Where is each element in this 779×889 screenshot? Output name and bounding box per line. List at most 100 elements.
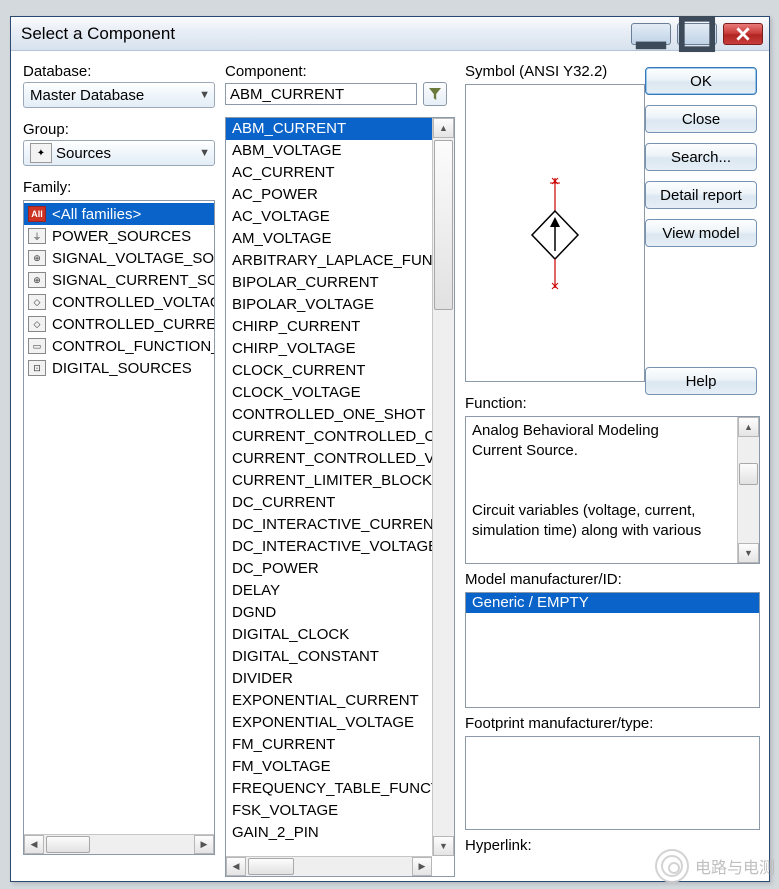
family-item-label: CONTROLLED_CURRENT_SOURCES [52, 316, 214, 333]
component-item[interactable]: BIPOLAR_CURRENT [226, 272, 432, 294]
component-item[interactable]: DC_INTERACTIVE_VOLTAGE [226, 536, 432, 558]
component-item[interactable]: AM_VOLTAGE [226, 228, 432, 250]
footprint-label: Footprint manufacturer/type: [465, 715, 760, 732]
view-model-button[interactable]: View model [645, 219, 757, 247]
help-button[interactable]: Help [645, 367, 757, 395]
component-item[interactable]: DGND [226, 602, 432, 624]
family-item-label: CONTROLLED_VOLTAGE_SOURCES [52, 294, 214, 311]
component-item[interactable]: CHIRP_VOLTAGE [226, 338, 432, 360]
database-value: Master Database [30, 87, 144, 104]
model-list[interactable]: Generic / EMPTY [465, 592, 760, 708]
family-icon: ⏚ [28, 228, 46, 244]
scroll-left-button[interactable]: ◀ [226, 857, 246, 876]
symbol-preview [465, 84, 645, 382]
family-h-scrollbar[interactable]: ◀ ▶ [24, 834, 214, 854]
component-item[interactable]: DC_CURRENT [226, 492, 432, 514]
family-icon: ⊕ [28, 272, 46, 288]
ok-button[interactable]: OK [645, 67, 757, 95]
family-icon: ◇ [28, 294, 46, 310]
component-item[interactable]: CURRENT_CONTROLLED_CURRENT_SOURCE [226, 426, 432, 448]
component-item[interactable]: AC_CURRENT [226, 162, 432, 184]
database-dropdown[interactable]: Master Database ▼ [23, 82, 215, 108]
component-list[interactable]: ABM_CURRENTABM_VOLTAGEAC_CURRENTAC_POWER… [225, 117, 455, 877]
function-description: Analog Behavioral ModelingCurrent Source… [465, 416, 760, 564]
component-item[interactable]: CHIRP_CURRENT [226, 316, 432, 338]
component-item[interactable]: GAIN_2_PIN [226, 822, 432, 844]
family-item-label: CONTROL_FUNCTION_BLOCKS [52, 338, 214, 355]
family-item[interactable]: All <All families> [24, 203, 214, 225]
sources-icon: ✦ [30, 143, 52, 163]
family-item[interactable]: ▭CONTROL_FUNCTION_BLOCKS [24, 335, 214, 357]
scroll-right-button[interactable]: ▶ [412, 857, 432, 876]
component-item[interactable]: CURRENT_LIMITER_BLOCK [226, 470, 432, 492]
component-item[interactable]: FSK_VOLTAGE [226, 800, 432, 822]
family-icon: ⊡ [28, 360, 46, 376]
group-label: Group: [23, 121, 215, 138]
function-v-scrollbar[interactable]: ▲ ▼ [737, 417, 759, 563]
group-dropdown[interactable]: ✦ Sources ▼ [23, 140, 215, 166]
component-item[interactable]: CONTROLLED_ONE_SHOT [226, 404, 432, 426]
component-item[interactable]: CURRENT_CONTROLLED_VOLTAGE_SOURCE [226, 448, 432, 470]
family-item[interactable]: ⏚ POWER_SOURCES [24, 225, 214, 247]
scroll-thumb[interactable] [46, 836, 90, 853]
component-filter-button[interactable] [423, 82, 447, 106]
scroll-up-button[interactable]: ▲ [738, 417, 759, 437]
component-item[interactable]: FM_CURRENT [226, 734, 432, 756]
component-v-scrollbar[interactable]: ▲ ▼ [432, 118, 454, 856]
family-item[interactable]: ⊕ SIGNAL_VOLTAGE_SOURCES [24, 247, 214, 269]
close-button[interactable]: Close [645, 105, 757, 133]
family-item[interactable]: ⊕SIGNAL_CURRENT_SOURCES [24, 269, 214, 291]
family-item-label: <All families> [52, 206, 141, 223]
scroll-down-button[interactable]: ▼ [433, 836, 454, 856]
scroll-up-button[interactable]: ▲ [433, 118, 454, 138]
scroll-right-button[interactable]: ▶ [194, 835, 214, 854]
component-h-scrollbar[interactable]: ◀ ▶ [226, 856, 432, 876]
family-list[interactable]: All <All families> ⏚ POWER_SOURCES ⊕ SIGNAL_V… [23, 200, 215, 855]
component-item[interactable]: FM_VOLTAGE [226, 756, 432, 778]
component-item[interactable]: DIGITAL_CLOCK [226, 624, 432, 646]
scroll-thumb[interactable] [248, 858, 294, 875]
family-icon: ⊕ [28, 250, 46, 266]
scroll-left-button[interactable]: ◀ [24, 835, 44, 854]
component-item[interactable]: DELAY [226, 580, 432, 602]
scroll-thumb[interactable] [739, 463, 758, 485]
window-title: Select a Component [21, 24, 631, 44]
component-label: Component: [225, 63, 455, 80]
maximize-button[interactable] [677, 23, 717, 45]
minimize-button[interactable] [631, 23, 671, 45]
family-item-label: SIGNAL_VOLTAGE_SOURCES [52, 250, 214, 267]
family-item[interactable]: ◇ CONTROLLED_VOLTAGE_SOURCES [24, 291, 214, 313]
component-item[interactable]: DIGITAL_CONSTANT [226, 646, 432, 668]
family-item[interactable]: ⊡DIGITAL_SOURCES [24, 357, 214, 379]
component-item[interactable]: EXPONENTIAL_CURRENT [226, 690, 432, 712]
component-item[interactable]: ABM_VOLTAGE [226, 140, 432, 162]
component-item[interactable]: DIVIDER [226, 668, 432, 690]
dialog-window: Select a Component Database: Master Data… [10, 16, 770, 882]
titlebar: Select a Component [11, 17, 769, 51]
component-item[interactable]: ABM_CURRENT [226, 118, 432, 140]
component-item[interactable]: ARBITRARY_LAPLACE_FUNCTION [226, 250, 432, 272]
hyperlink-label: Hyperlink: [465, 837, 760, 854]
component-item[interactable]: AC_VOLTAGE [226, 206, 432, 228]
family-item-label: POWER_SOURCES [52, 228, 191, 245]
component-item[interactable]: DC_POWER [226, 558, 432, 580]
component-item[interactable]: FREQUENCY_TABLE_FUNCTION [226, 778, 432, 800]
scroll-down-button[interactable]: ▼ [738, 543, 759, 563]
component-item[interactable]: EXPONENTIAL_VOLTAGE [226, 712, 432, 734]
family-label: Family: [23, 179, 215, 196]
component-search-input[interactable] [225, 83, 417, 105]
scroll-thumb[interactable] [434, 140, 453, 310]
all-icon: All [28, 206, 46, 222]
family-item[interactable]: ◇CONTROLLED_CURRENT_SOURCES [24, 313, 214, 335]
component-item[interactable]: AC_POWER [226, 184, 432, 206]
component-item[interactable]: BIPOLAR_VOLTAGE [226, 294, 432, 316]
component-item[interactable]: DC_INTERACTIVE_CURRENT [226, 514, 432, 536]
search-button[interactable]: Search... [645, 143, 757, 171]
footprint-list[interactable] [465, 736, 760, 830]
close-window-button[interactable] [723, 23, 763, 45]
model-item[interactable]: Generic / EMPTY [466, 593, 759, 613]
group-value: Sources [56, 145, 111, 162]
component-item[interactable]: CLOCK_VOLTAGE [226, 382, 432, 404]
detail-report-button[interactable]: Detail report [645, 181, 757, 209]
component-item[interactable]: CLOCK_CURRENT [226, 360, 432, 382]
